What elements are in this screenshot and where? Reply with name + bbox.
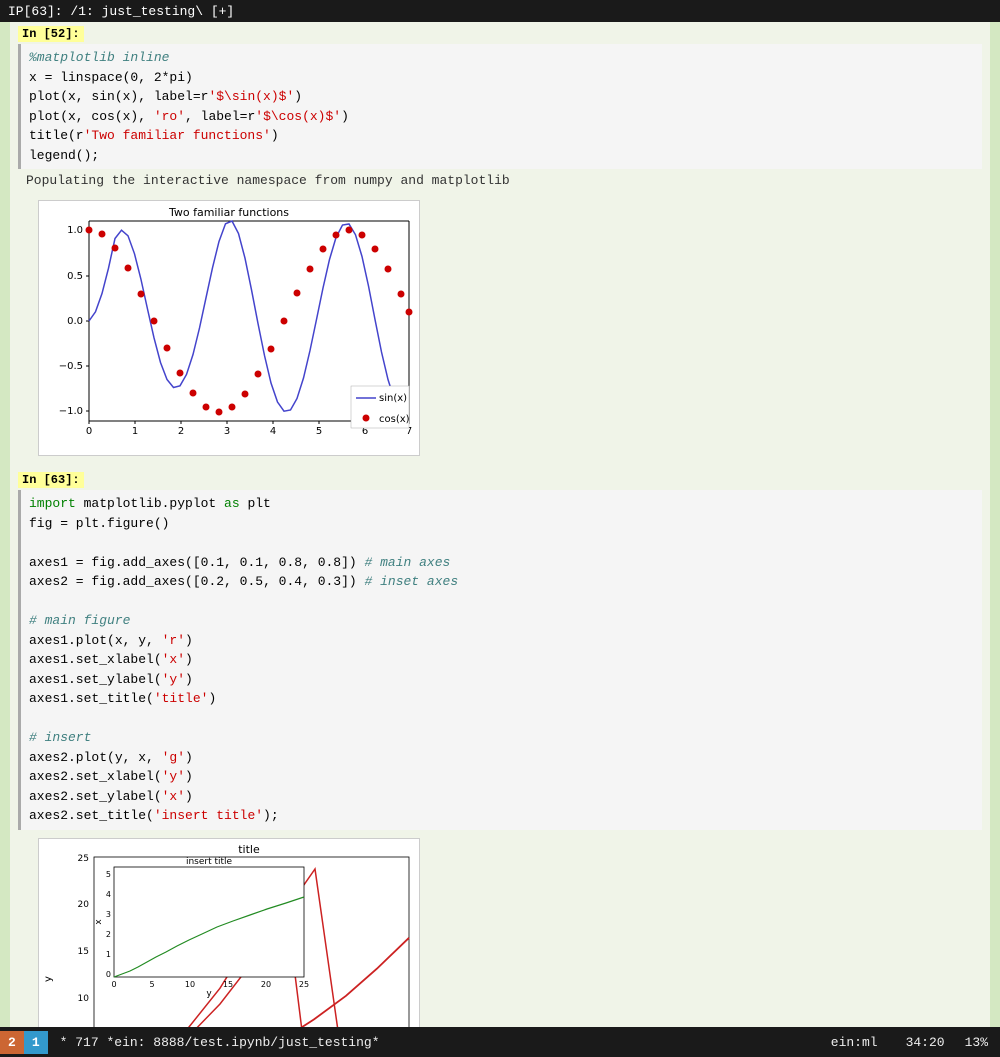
svg-text:3: 3 bbox=[106, 910, 111, 919]
svg-text:20: 20 bbox=[261, 980, 271, 989]
cell-52-label[interactable]: In [52]: bbox=[18, 26, 84, 42]
svg-text:0: 0 bbox=[106, 970, 111, 979]
status-filename: *ein: 8888/test.ipynb/just_testing* bbox=[106, 1035, 379, 1050]
legend-sin: sin(x) bbox=[379, 393, 407, 404]
svg-text:0.5: 0.5 bbox=[67, 271, 83, 282]
legend-cos: cos(x) bbox=[379, 414, 410, 425]
title-text: IP[63]: /1: just_testing\ [+] bbox=[8, 4, 234, 19]
cell-52-code[interactable]: %matplotlib inline x = linspace(0, 2*pi)… bbox=[18, 44, 982, 169]
status-right: 34:20 13% bbox=[894, 1035, 1000, 1050]
svg-text:0.0: 0.0 bbox=[67, 316, 83, 327]
svg-text:5: 5 bbox=[106, 870, 111, 879]
status-star: * bbox=[60, 1035, 68, 1050]
cell-52-output: Populating the interactive namespace fro… bbox=[18, 169, 982, 192]
status-middle: * 717 *ein: 8888/test.ipynb/just_testing… bbox=[48, 1035, 815, 1050]
status-position: 34:20 bbox=[906, 1035, 945, 1050]
svg-text:15: 15 bbox=[223, 980, 233, 989]
svg-text:2: 2 bbox=[178, 426, 184, 437]
svg-text:4: 4 bbox=[106, 890, 111, 899]
status-num2[interactable]: 2 bbox=[0, 1031, 24, 1054]
svg-text:0: 0 bbox=[86, 426, 92, 437]
cell-52: In [52]: %matplotlib inline x = linspace… bbox=[10, 22, 990, 468]
svg-text:−1.0: −1.0 bbox=[59, 406, 83, 417]
svg-text:1: 1 bbox=[106, 950, 111, 959]
svg-text:5: 5 bbox=[316, 426, 322, 437]
svg-text:0: 0 bbox=[111, 980, 116, 989]
svg-text:25: 25 bbox=[78, 854, 89, 864]
svg-text:10: 10 bbox=[185, 980, 195, 989]
plot2-svg: y title 25 20 15 10 5 0 0 1 2 bbox=[39, 839, 419, 1028]
cell-63: In [63]: import matplotlib.pyplot as plt… bbox=[10, 468, 990, 1027]
plot1-container: Two familiar functions 1.0 0.5 bbox=[38, 200, 420, 456]
svg-text:5: 5 bbox=[149, 980, 154, 989]
svg-text:10: 10 bbox=[78, 994, 90, 1004]
notebook: In [52]: %matplotlib inline x = linspace… bbox=[10, 22, 990, 1027]
svg-text:2: 2 bbox=[106, 930, 111, 939]
status-num1[interactable]: 1 bbox=[24, 1031, 48, 1054]
status-left: 2 1 bbox=[0, 1031, 48, 1054]
status-percent: 13% bbox=[965, 1035, 988, 1050]
plot2-inset-xlabel: y bbox=[206, 989, 212, 999]
title-bar: IP[63]: /1: just_testing\ [+] bbox=[0, 0, 1000, 22]
svg-text:4: 4 bbox=[270, 426, 276, 437]
svg-text:20: 20 bbox=[78, 900, 90, 910]
cell-63-code[interactable]: import matplotlib.pyplot as plt fig = pl… bbox=[18, 490, 982, 830]
plot1-title: Two familiar functions bbox=[168, 206, 289, 219]
plot2-inset-ylabel: x bbox=[94, 918, 104, 924]
status-bar: 2 1 * 717 *ein: 8888/test.ipynb/just_tes… bbox=[0, 1027, 1000, 1057]
svg-text:−0.5: −0.5 bbox=[59, 361, 83, 372]
plot1-svg: Two familiar functions 1.0 0.5 bbox=[39, 201, 419, 451]
svg-text:3: 3 bbox=[224, 426, 230, 437]
svg-text:15: 15 bbox=[78, 947, 89, 957]
plot2-ylabel: y bbox=[43, 975, 54, 981]
svg-text:25: 25 bbox=[299, 980, 309, 989]
status-mode: ein:ml bbox=[815, 1035, 894, 1050]
svg-text:1: 1 bbox=[132, 426, 138, 437]
plot2-inset-title: insert title bbox=[186, 857, 233, 867]
plot2-title: title bbox=[238, 843, 260, 856]
status-linecount: 717 bbox=[75, 1035, 98, 1050]
plot2-container: y title 25 20 15 10 5 0 0 1 2 bbox=[38, 838, 420, 1028]
cell-63-label[interactable]: In [63]: bbox=[18, 472, 84, 488]
svg-text:1.0: 1.0 bbox=[67, 225, 83, 236]
